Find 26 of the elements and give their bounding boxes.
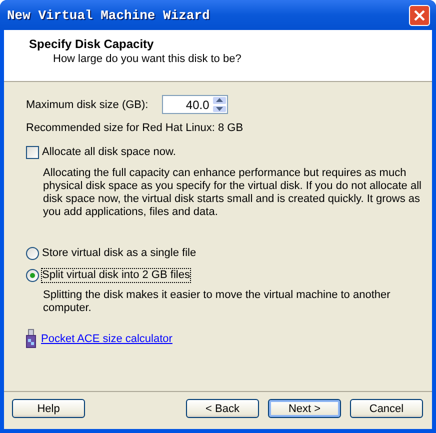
dialog-button[interactable]: Help bbox=[12, 399, 85, 418]
split-description: Splitting the disk makes it easier to move the virtual machine to another computer. bbox=[42, 289, 392, 315]
up-arrow-icon bbox=[216, 98, 224, 102]
radio-button[interactable] bbox=[26, 247, 39, 260]
window-title: New Virtual Machine Wizard bbox=[7, 8, 210, 22]
recommended-size-text: Recommended size for Red Hat Linux: 8 GB bbox=[26, 122, 244, 134]
usb-drive-icon bbox=[26, 329, 36, 348]
radio-label[interactable]: Store virtual disk as a single file bbox=[42, 247, 196, 260]
checkbox[interactable] bbox=[26, 146, 39, 159]
radio-button[interactable] bbox=[26, 269, 39, 282]
allocate-description: Allocating the full capacity can enhance performance but requires as much physical disk space as you specify for the virtual disk. If you do not allocate all disk space now, the virtual disk starts small and is created quickly. It grows as you add applications, files and data. bbox=[42, 167, 422, 219]
size-label: Maximum disk size (GB): bbox=[26, 98, 148, 110]
calculator-link[interactable]: Pocket ACE size calculator bbox=[41, 332, 172, 344]
page-title: Specify Disk Capacity bbox=[29, 37, 155, 51]
checkbox-label[interactable]: Allocate all disk space now. bbox=[42, 146, 176, 159]
size-spinbox[interactable]: 40.0 bbox=[162, 95, 228, 114]
dialog-button[interactable]: < Back bbox=[186, 399, 259, 418]
spin-up-button[interactable] bbox=[212, 96, 228, 104]
radio-label[interactable]: Split virtual disk into 2 GB files bbox=[42, 269, 190, 282]
down-arrow-icon bbox=[216, 106, 224, 111]
close-icon bbox=[413, 8, 426, 22]
dialog-button[interactable]: Next > bbox=[268, 399, 341, 418]
dialog-button[interactable]: Cancel bbox=[350, 399, 423, 418]
spin-down-button[interactable] bbox=[212, 104, 228, 113]
close-button[interactable] bbox=[409, 4, 430, 26]
page-subtitle: How large do you want this disk to be? bbox=[52, 52, 242, 65]
